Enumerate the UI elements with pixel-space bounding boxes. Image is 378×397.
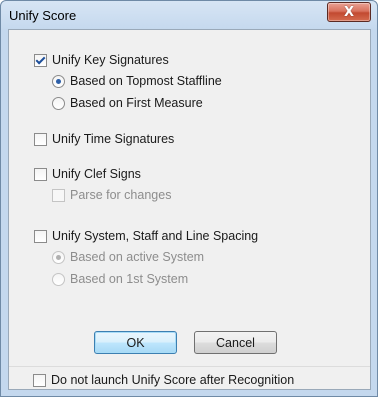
parse-for-changes-option[interactable]: Parse for changes: [52, 187, 171, 203]
do-not-launch-checkbox[interactable]: [33, 373, 46, 387]
based-on-active-system-label: Based on active System: [70, 250, 205, 264]
based-on-first-measure-option[interactable]: Based on First Measure: [52, 95, 203, 111]
unify-clef-signs-checkbox[interactable]: [34, 167, 47, 181]
do-not-launch-label: Do not launch Unify Score after Recognit…: [51, 373, 295, 387]
based-on-topmost-staffline-radio[interactable]: [52, 74, 65, 88]
parse-for-changes-label: Parse for changes: [70, 188, 172, 202]
unify-clef-signs-option[interactable]: Unify Clef Signs: [34, 166, 141, 182]
parse-for-changes-checkbox[interactable]: [52, 188, 65, 202]
unify-score-dialog: Unify Score X Unify Key Signatures Based…: [0, 0, 378, 397]
unify-key-signatures-label: Unify Key Signatures: [52, 53, 169, 67]
based-on-topmost-staffline-label: Based on Topmost Staffline: [70, 74, 222, 88]
ok-button[interactable]: OK: [94, 331, 177, 354]
based-on-1st-system-radio[interactable]: [52, 272, 65, 286]
unify-key-signatures-option[interactable]: Unify Key Signatures: [34, 52, 169, 68]
close-icon: X: [343, 4, 355, 20]
based-on-1st-system-label: Based on 1st System: [70, 272, 189, 286]
do-not-launch-option[interactable]: Do not launch Unify Score after Recognit…: [33, 372, 294, 388]
title-bar[interactable]: Unify Score X: [1, 1, 377, 29]
unify-key-signatures-checkbox[interactable]: [34, 53, 47, 67]
close-button[interactable]: X: [327, 2, 371, 22]
cancel-button[interactable]: Cancel: [194, 331, 277, 354]
footer-divider: [9, 366, 370, 367]
based-on-active-system-option[interactable]: Based on active System: [52, 249, 204, 265]
dialog-body: Unify Key Signatures Based on Topmost St…: [8, 29, 371, 390]
based-on-topmost-staffline-option[interactable]: Based on Topmost Staffline: [52, 73, 222, 89]
based-on-1st-system-option[interactable]: Based on 1st System: [52, 271, 188, 287]
unify-spacing-checkbox[interactable]: [34, 229, 47, 243]
based-on-first-measure-radio[interactable]: [52, 96, 65, 110]
unify-time-signatures-checkbox[interactable]: [34, 132, 47, 146]
dialog-title: Unify Score: [9, 8, 77, 23]
based-on-first-measure-label: Based on First Measure: [70, 96, 203, 110]
based-on-active-system-radio[interactable]: [52, 250, 65, 264]
unify-time-signatures-label: Unify Time Signatures: [52, 132, 175, 146]
unify-time-signatures-option[interactable]: Unify Time Signatures: [34, 131, 174, 147]
unify-spacing-label: Unify System, Staff and Line Spacing: [52, 229, 259, 243]
unify-spacing-option[interactable]: Unify System, Staff and Line Spacing: [34, 228, 258, 244]
unify-clef-signs-label: Unify Clef Signs: [52, 167, 141, 181]
